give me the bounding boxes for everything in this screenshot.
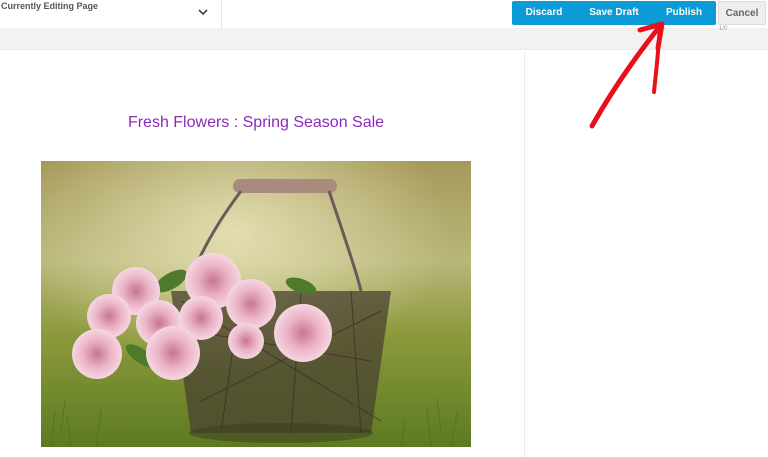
right-sidebar <box>526 51 768 457</box>
cancel-button[interactable]: Cancel <box>718 1 766 25</box>
publish-button[interactable]: Publish <box>652 1 716 25</box>
page-select-label: Currently Editing Page <box>1 1 99 11</box>
subbar-tiny-text: 1/0 <box>719 26 728 32</box>
save-draft-button[interactable]: Save Draft <box>576 1 652 25</box>
basket-handle <box>233 179 337 193</box>
chevron-down-icon <box>198 9 208 16</box>
page-heading: Fresh Flowers : Spring Season Sale <box>127 114 385 131</box>
secondary-toolbar: 1/0 <box>0 26 768 50</box>
action-button-group: Discard Save Draft Publish <box>512 1 716 25</box>
page-select-dropdown[interactable]: Currently Editing Page <box>0 0 222 28</box>
flower-basket-image <box>41 161 471 447</box>
discard-button[interactable]: Discard <box>512 1 576 25</box>
editor-toolbar: Currently Editing Page Discard Save Draf… <box>0 0 768 28</box>
